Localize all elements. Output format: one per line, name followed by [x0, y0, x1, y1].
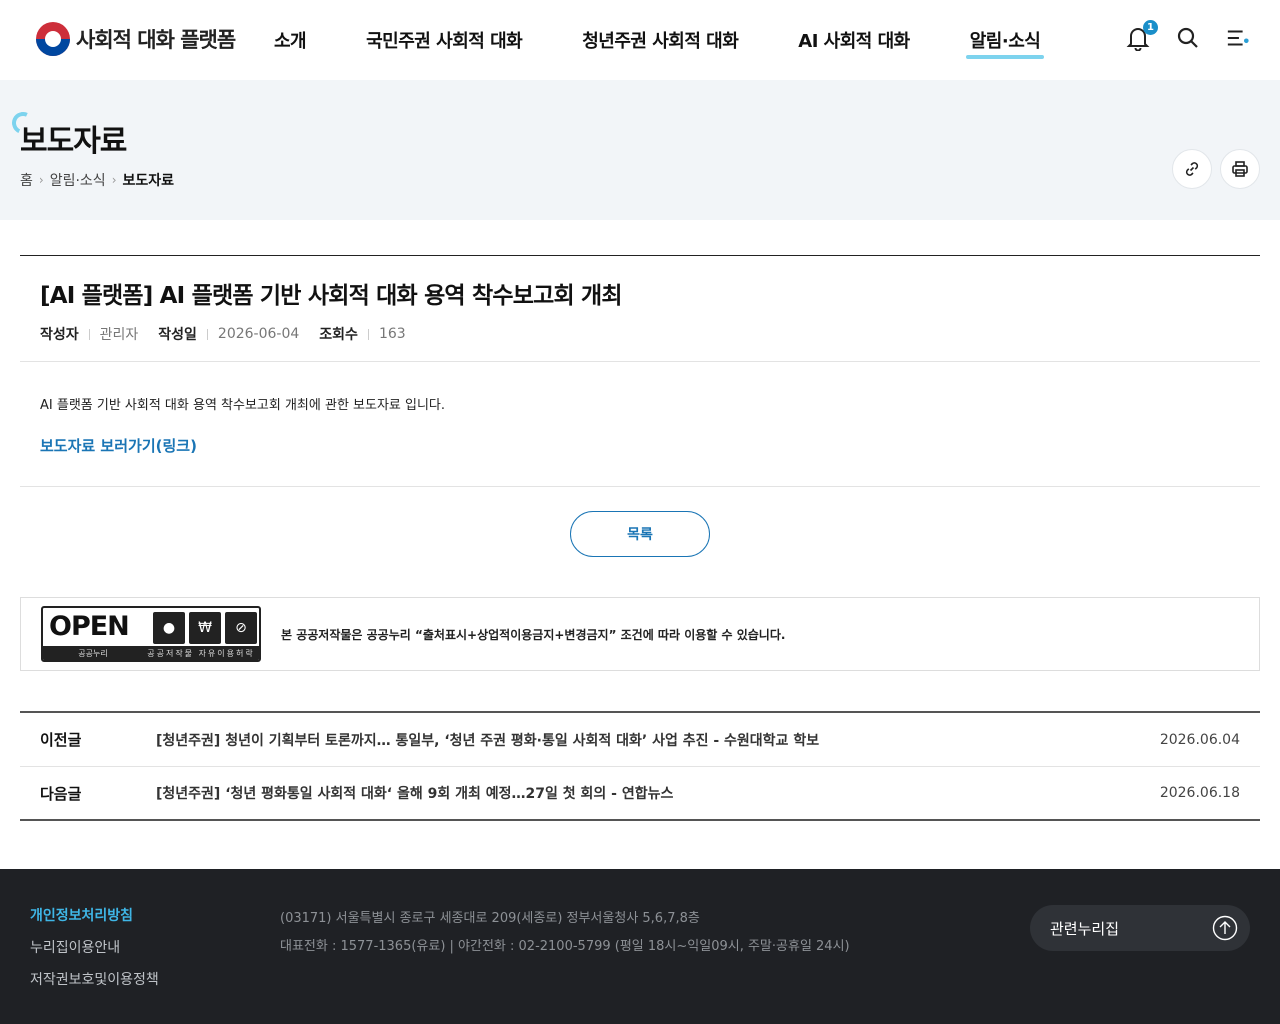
taegeuk-logo-icon: [36, 22, 70, 56]
kogl-strip: 공공누리 공공저작물 자유이용허락: [43, 646, 259, 660]
date-label: 작성일: [158, 327, 197, 343]
site-header: 사회적 대화 플랫폼 소개 국민주권 사회적 대화 청년주권 사회적 대화 AI…: [0, 0, 1280, 80]
press-release-link[interactable]: 보도자료 보러가기(링크): [40, 435, 197, 456]
author-value: 관리자: [99, 327, 139, 343]
chevron-right-icon: ›: [111, 173, 117, 187]
menu-button[interactable]: [1226, 24, 1250, 52]
article-title: [AI 플랫폼] AI 플랫폼 기반 사회적 대화 용역 착수보고회 개최: [40, 283, 623, 309]
logo-text: 사회적 대화 플랫폼: [76, 28, 236, 52]
search-button[interactable]: [1176, 24, 1200, 52]
site-logo[interactable]: 사회적 대화 플랫폼: [36, 22, 236, 56]
breadcrumb-current: 보도자료: [122, 173, 175, 189]
site-guide-link[interactable]: 누리집이용안내: [30, 937, 159, 957]
copyright-policy-link[interactable]: 저작권보호및이용정책: [30, 969, 159, 989]
article-text: AI 플랫폼 기반 사회적 대화 용역 착수보고회 개최에 관한 보도자료 입니…: [40, 398, 446, 413]
kogl-open-logo: OPEN: [49, 611, 130, 642]
footer-phone: 대표전화 : 1577-1365(유료) | 야간전화 : 02-2100-57…: [280, 939, 850, 954]
views-value: 163: [378, 326, 406, 342]
related-sites-button[interactable]: 관련누리집: [1030, 905, 1250, 951]
breadcrumb: 홈 › 알림·소식 › 보도자료: [20, 170, 174, 190]
notification-badge: 1: [1143, 20, 1158, 35]
meta-divider: [88, 328, 90, 340]
next-post-title[interactable]: [청년주권] ‘청년 평화통일 사회적 대화‘ 올해 9회 개최 예정…27일 …: [156, 783, 1140, 803]
next-post-row[interactable]: 다음글 [청년주권] ‘청년 평화통일 사회적 대화‘ 올해 9회 개최 예정……: [20, 766, 1260, 819]
related-sites-label: 관련누리집: [1050, 919, 1120, 938]
article-body: AI 플랫폼 기반 사회적 대화 용역 착수보고회 개최에 관한 보도자료 입니…: [20, 362, 1260, 487]
page-tools: [1172, 149, 1260, 189]
chevron-right-icon: ›: [38, 173, 44, 187]
author-label: 작성자: [40, 327, 79, 343]
no-derivatives-icon: ⊘: [225, 612, 257, 644]
attribution-icon: ●: [153, 612, 185, 644]
prev-post-date: 2026.06.04: [1159, 731, 1240, 748]
next-post-date: 2026.06.18: [1159, 785, 1240, 801]
nav-item-citizen-dialogue[interactable]: 국민주권 사회적 대화: [366, 27, 523, 53]
breadcrumb-news[interactable]: 알림·소식: [50, 170, 106, 190]
prev-post-row[interactable]: 이전글 [청년주권] 청년이 기획부터 토론까지… 통일부, ‘청년 주권 평화…: [20, 713, 1260, 766]
menu-icon: [1227, 30, 1249, 46]
header-tools: 1: [1126, 20, 1250, 52]
search-icon: [1177, 27, 1198, 48]
views-label: 조회수: [319, 327, 358, 343]
footer-address: (03171) 서울특별시 종로구 세종대로 209(세종로) 정부서울청사 5…: [280, 911, 700, 926]
site-footer: 개인정보처리방침 누리집이용안내 저작권보호및이용정책 (03171) 서울특별…: [0, 869, 1280, 1024]
page-header-band: 보도자료 홈 › 알림·소식 › 보도자료: [0, 80, 1280, 220]
page-title: 보도자료: [20, 124, 127, 159]
print-icon: [1232, 161, 1248, 177]
noncommercial-icon: ₩: [189, 612, 221, 644]
kogl-strip-left: 공공누리: [78, 648, 108, 658]
footer-links: 개인정보처리방침 누리집이용안내 저작권보호및이용정책: [30, 905, 159, 989]
article-header: [AI 플랫폼] AI 플랫폼 기반 사회적 대화 용역 착수보고회 개최 작성…: [20, 256, 1260, 362]
article-meta: 작성자 관리자 작성일 2026-06-04 조회수 163: [40, 324, 1240, 344]
prev-next-nav: 이전글 [청년주권] 청년이 기획부터 토론까지… 통일부, ‘청년 주권 평화…: [20, 711, 1260, 821]
kogl-condition-icons: ● ₩ ⊘: [153, 612, 257, 644]
nav-item-news[interactable]: 알림·소식: [965, 27, 1044, 59]
prev-post-title[interactable]: [청년주권] 청년이 기획부터 토론까지… 통일부, ‘청년 주권 평화·통일 …: [156, 730, 1140, 750]
kogl-strip-right: 공공저작물 자유이용허락: [147, 648, 255, 658]
kogl-notice: 본 공공저작물은 공공누리 “출처표시+상업적이용금지+변경금지” 조건에 따라…: [281, 627, 786, 642]
print-button[interactable]: [1220, 149, 1260, 189]
nav-item-intro[interactable]: 소개: [274, 27, 307, 53]
kogl-badge: OPEN ● ₩ ⊘ 공공누리 공공저작물 자유이용허락: [41, 606, 261, 662]
next-post-label: 다음글: [40, 784, 82, 803]
nav-item-ai-dialogue[interactable]: AI 사회적 대화: [798, 27, 910, 53]
arrow-up-circle-icon: [1212, 915, 1238, 941]
link-icon: [1185, 162, 1199, 176]
article: [AI 플랫폼] AI 플랫폼 기반 사회적 대화 용역 착수보고회 개최 작성…: [20, 255, 1260, 487]
notification-button[interactable]: 1: [1126, 20, 1158, 52]
kogl-license-box: OPEN ● ₩ ⊘ 공공누리 공공저작물 자유이용허락 본 공공저작물은 공공…: [20, 597, 1260, 671]
footer-contact: (03171) 서울특별시 종로구 세종대로 209(세종로) 정부서울청사 5…: [280, 905, 850, 961]
nav-item-youth-dialogue[interactable]: 청년주권 사회적 대화: [582, 27, 739, 53]
privacy-policy-link[interactable]: 개인정보처리방침: [30, 905, 159, 925]
main-nav: 소개 국민주권 사회적 대화 청년주권 사회적 대화 AI 사회적 대화 알림·…: [274, 0, 1044, 80]
date-value: 2026-06-04: [217, 326, 300, 342]
list-button[interactable]: 목록: [570, 511, 710, 557]
copy-link-button[interactable]: [1172, 149, 1212, 189]
breadcrumb-home[interactable]: 홈: [20, 170, 33, 190]
prev-post-label: 이전글: [40, 731, 82, 749]
meta-divider: [367, 328, 369, 340]
meta-divider: [206, 328, 208, 340]
